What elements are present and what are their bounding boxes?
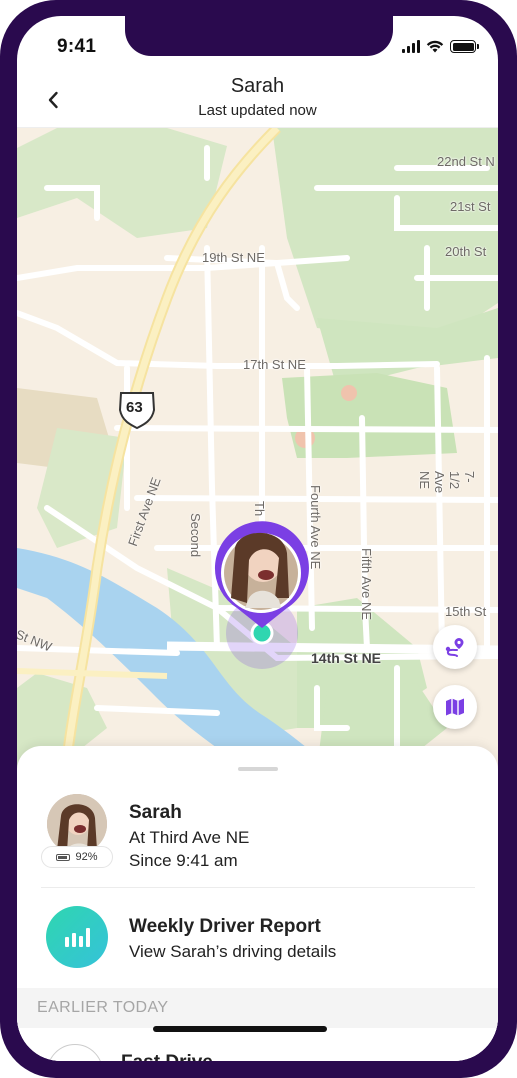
- person-name: Sarah: [129, 802, 182, 823]
- street-label-17th: 17th St NE: [243, 357, 306, 372]
- divider: [41, 887, 475, 888]
- report-icon-circle: [46, 906, 108, 968]
- top-header: Sarah Last updated now: [17, 72, 498, 128]
- street-label-fourth-ave: Fourth Ave NE: [308, 485, 323, 570]
- street-label-14th: 14th St NE: [311, 650, 382, 666]
- street-label-19th: 19th St NE: [202, 250, 265, 265]
- map-icon: [446, 698, 464, 716]
- street-label-22nd: 22nd St N: [437, 154, 495, 169]
- status-icons: [402, 40, 479, 53]
- section-header: EARLIER TODAY: [17, 988, 498, 1028]
- list-item[interactable]: Fast Drive: [17, 1028, 498, 1061]
- device-notch: [125, 16, 393, 56]
- person-location: At Third Ave NE: [129, 828, 250, 847]
- status-time: 9:41: [57, 36, 97, 57]
- street-label-15th: 15th St: [445, 604, 487, 619]
- location-marker[interactable]: [214, 521, 309, 669]
- map-canvas: [17, 128, 498, 776]
- battery-icon: [56, 853, 71, 861]
- phone-frame: 9:41 Sarah Last updated now 22nd St N 21…: [0, 0, 517, 1078]
- person-since: Since 9:41 am: [129, 851, 238, 870]
- signal-icon: [402, 40, 420, 53]
- wifi-icon: [426, 40, 444, 53]
- section-header-label: EARLIER TODAY: [37, 999, 169, 1016]
- route-63-label: 63: [126, 399, 143, 416]
- map-view[interactable]: 22nd St N 21st St 20th St 19th St NE 17t…: [17, 128, 498, 776]
- battery-icon: [450, 40, 479, 53]
- street-label-fifth-ave: Fifth Ave NE: [359, 548, 374, 621]
- event-icon-circle: [47, 1044, 103, 1061]
- last-updated-text: Last updated now: [198, 102, 317, 119]
- bar-chart-icon: [65, 928, 90, 947]
- back-button[interactable]: [39, 86, 67, 114]
- report-title: Weekly Driver Report: [129, 916, 321, 937]
- route-pin-icon: [445, 638, 464, 657]
- street-label-second-ave: Second: [188, 513, 203, 558]
- street-label-20th: 20th St: [445, 244, 487, 259]
- event-title: Fast Drive: [121, 1052, 213, 1061]
- chevron-left-icon: [48, 91, 58, 109]
- page-title: Sarah: [230, 75, 285, 97]
- street-label-third-ave: Th: [252, 501, 267, 517]
- person-status-row[interactable]: 92% Sarah At Third Ave NE Since 9:41 am: [41, 794, 481, 874]
- weekly-report-row[interactable]: Weekly Driver Report View Sarah’s drivin…: [41, 904, 481, 974]
- sheet-grabber[interactable]: [238, 767, 278, 771]
- bottom-sheet[interactable]: 92% Sarah At Third Ave NE Since 9:41 am …: [17, 746, 498, 1061]
- street-label-21st: 21st St: [450, 199, 491, 214]
- battery-badge: 92%: [41, 846, 113, 868]
- avatar: [47, 794, 107, 854]
- route-button[interactable]: [433, 625, 477, 669]
- street-label-seventh-ave: 7-1/2 Ave NE: [417, 471, 477, 494]
- map-layers-button[interactable]: [433, 685, 477, 729]
- battery-percent: 92%: [75, 851, 98, 863]
- report-subtitle: View Sarah’s driving details: [129, 942, 337, 961]
- home-indicator[interactable]: [153, 1026, 327, 1032]
- app-screen: 9:41 Sarah Last updated now 22nd St N 21…: [17, 16, 498, 1061]
